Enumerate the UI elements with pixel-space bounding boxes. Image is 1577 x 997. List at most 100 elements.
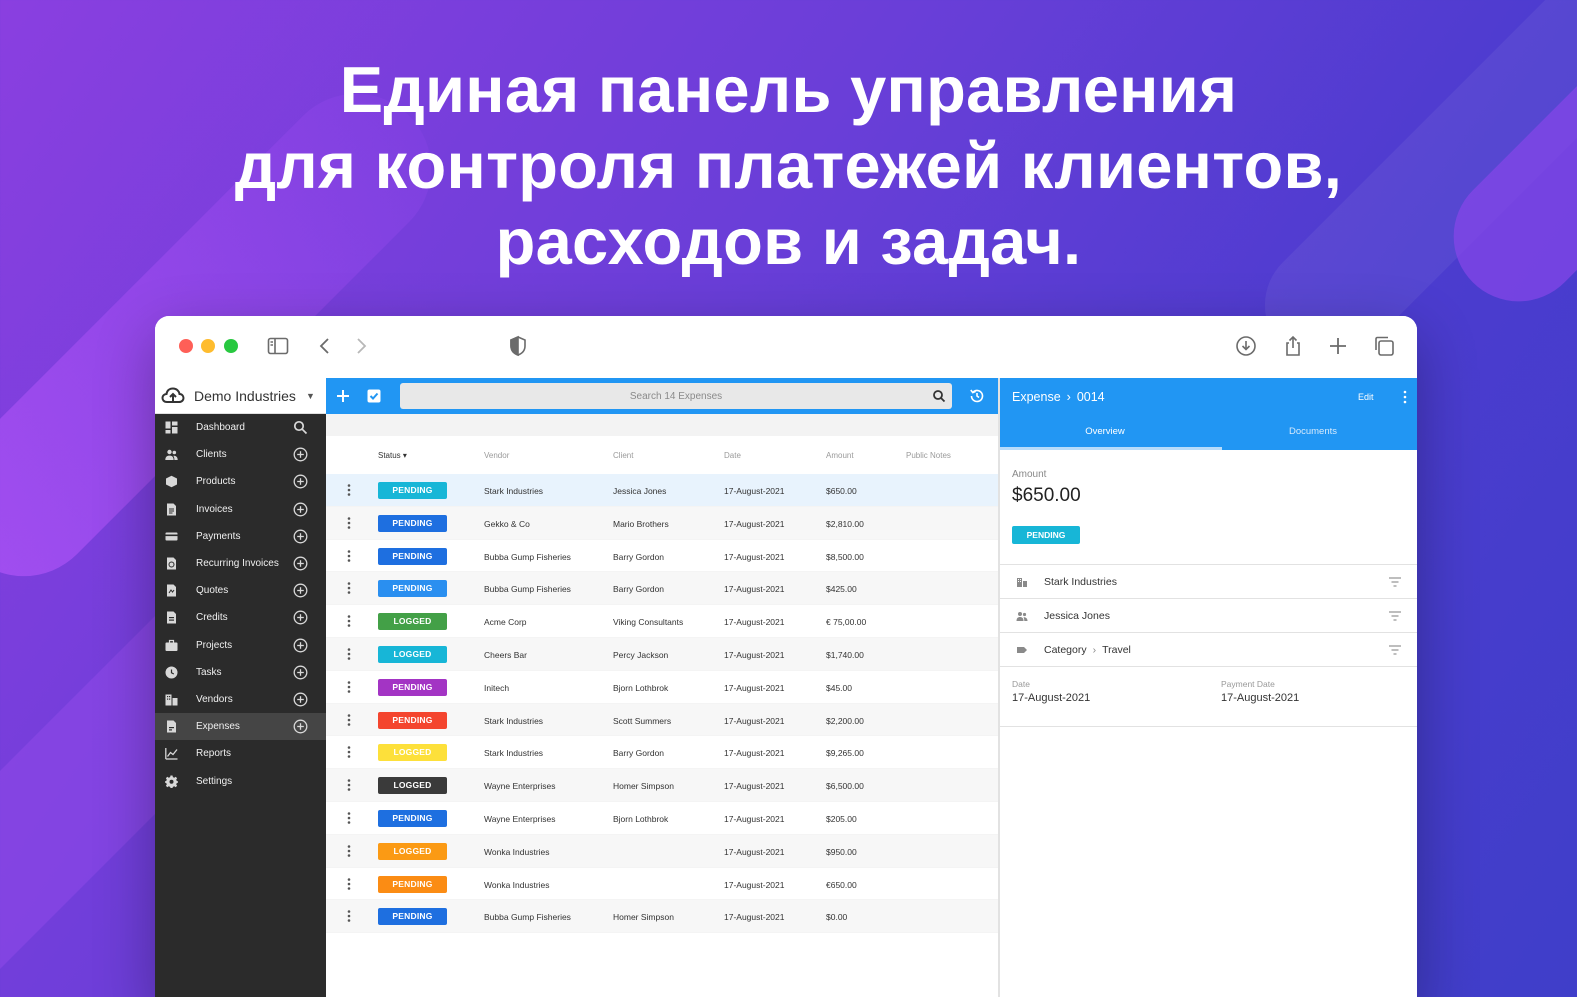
table-row[interactable]: LOGGED Acme Corp Viking Consultants 17-Augu… [326,605,998,638]
table-row[interactable]: LOGGED Wayne Enterprises Homer Simpson 17-A… [326,769,998,802]
table-row[interactable]: PENDING Gekko & Co Mario Brothers 17-August… [326,506,998,540]
filter-icon[interactable] [1388,576,1402,588]
column-client[interactable]: Client [613,451,633,460]
more-vert-icon[interactable] [345,581,353,595]
sidebar-item-expenses[interactable]: Expenses [155,713,326,741]
sidebar-item-quotes[interactable]: Quotes [155,577,326,604]
sidebar-item-credits[interactable]: Credits [155,604,326,631]
add-circle-icon[interactable] [293,502,308,517]
column-date[interactable]: Date [724,451,741,460]
sidebar-item-clients[interactable]: Clients [155,441,326,468]
history-icon[interactable] [968,387,986,405]
more-vert-icon[interactable] [345,745,353,759]
tabs-icon[interactable] [1372,334,1396,358]
add-circle-icon[interactable] [293,529,308,544]
search-input[interactable] [400,383,952,409]
cell-date: 17-August-2021 [724,748,785,759]
more-vert-icon[interactable] [345,647,353,661]
add-circle-icon[interactable] [293,447,308,462]
sidebar-item-recurring-invoices[interactable]: Recurring Invoices [155,550,326,577]
cell-date: 17-August-2021 [724,518,785,529]
download-icon[interactable] [1234,334,1258,358]
table-row[interactable]: PENDING Wonka Industries 17-August-2021 €65… [326,868,998,901]
minimize-window-button[interactable] [201,339,215,353]
zoom-window-button[interactable] [224,339,238,353]
cell-amount: $2,200.00 [826,715,864,726]
sidebar-item-products[interactable]: Products [155,468,326,495]
more-vert-icon[interactable] [345,909,353,923]
detail-vendor-row[interactable]: Stark Industries [1000,565,1417,599]
status-badge: PENDING [378,482,447,499]
column-status[interactable]: Status ▾ [378,451,407,460]
column-vendor[interactable]: Vendor [484,451,509,460]
add-icon[interactable] [334,387,352,405]
add-circle-icon[interactable] [293,692,308,707]
more-vert-icon[interactable] [345,483,353,497]
detail-category-row[interactable]: Category › Travel [1000,633,1417,667]
add-circle-icon[interactable] [293,583,308,598]
breadcrumb-expense[interactable]: Expense [1012,390,1061,404]
more-vert-icon[interactable] [345,844,353,858]
filter-icon[interactable] [1388,644,1402,656]
sidebar-item-tasks[interactable]: Tasks [155,659,326,686]
add-circle-icon[interactable] [293,719,308,734]
back-icon[interactable] [313,334,337,358]
cell-amount: $45.00 [826,682,852,693]
sidebar-item-dashboard[interactable]: Dashboard [155,414,326,441]
table-row[interactable]: LOGGED Stark Industries Barry Gordon 17-Aug… [326,736,998,770]
detail-client-row[interactable]: Jessica Jones [1000,599,1417,633]
add-circle-icon[interactable] [293,638,308,653]
more-vert-icon[interactable] [345,811,353,825]
table-row[interactable]: PENDING Initech Bjorn Lothbrok 17-August-20… [326,671,998,704]
cell-date: 17-August-2021 [724,912,785,923]
new-tab-icon[interactable] [1326,334,1350,358]
sidebar-item-invoices[interactable]: Invoices [155,496,326,523]
column-public-notes[interactable]: Public Notes [906,451,951,460]
share-icon[interactable] [1281,334,1305,358]
table-row[interactable]: PENDING Bubba Gump Fisheries Homer Simpson… [326,900,998,934]
projects-icon [165,639,178,652]
more-vert-icon[interactable] [345,549,353,563]
table-row[interactable]: PENDING Bubba Gump Fisheries Barry Gordon 1… [326,540,998,573]
edit-button[interactable]: Edit [1358,392,1374,402]
filter-icon[interactable] [1388,610,1402,622]
column-amount[interactable]: Amount [826,451,854,460]
search-icon[interactable] [932,389,946,403]
more-vert-icon[interactable] [1402,390,1408,404]
table-row[interactable]: PENDING Wayne Enterprises Bjorn Lothbrok 17… [326,802,998,835]
sidebar-item-reports[interactable]: Reports [155,740,326,767]
forward-icon[interactable] [349,334,373,358]
shield-icon[interactable] [506,334,530,358]
tab-overview[interactable]: Overview [1000,426,1210,437]
add-circle-icon[interactable] [293,556,308,571]
cell-vendor: Gekko & Co [484,518,530,529]
more-vert-icon[interactable] [345,516,353,530]
company-switcher[interactable]: Demo Industries ▼ [155,378,326,414]
cell-vendor: Stark Industries [484,748,544,759]
search-icon[interactable] [293,420,308,435]
cell-client: Jessica Jones [613,486,667,496]
sidebar-item-payments[interactable]: Payments [155,523,326,550]
table-row[interactable]: LOGGED Wonka Industries 17-August-2021 $950… [326,834,998,868]
table-row[interactable]: PENDING Bubba Gump Fisheries Barry Gordon 1… [326,572,998,606]
table-row[interactable]: PENDING Stark Industries Jessica Jones 17-A… [326,474,998,507]
close-window-button[interactable] [179,339,193,353]
more-vert-icon[interactable] [345,877,353,891]
add-circle-icon[interactable] [293,474,308,489]
status-badge: PENDING [1012,526,1080,544]
sidebar-item-vendors[interactable]: Vendors [155,686,326,713]
select-all-icon[interactable] [365,387,383,405]
table-row[interactable]: LOGGED Cheers Bar Percy Jackson 17-August-2… [326,637,998,671]
more-vert-icon[interactable] [345,680,353,694]
more-vert-icon[interactable] [345,778,353,792]
more-vert-icon[interactable] [345,614,353,628]
sidebar: Demo Industries ▼ Dashboard Clients Produc… [155,378,326,997]
sidebar-icon[interactable] [266,334,290,358]
add-circle-icon[interactable] [293,610,308,625]
table-row[interactable]: PENDING Stark Industries Scott Summers 17-A… [326,703,998,737]
sidebar-item-settings[interactable]: Settings [155,767,326,794]
tab-documents[interactable]: Documents [1208,426,1417,437]
sidebar-item-projects[interactable]: Projects [155,632,326,659]
add-circle-icon[interactable] [293,665,308,680]
more-vert-icon[interactable] [345,713,353,727]
